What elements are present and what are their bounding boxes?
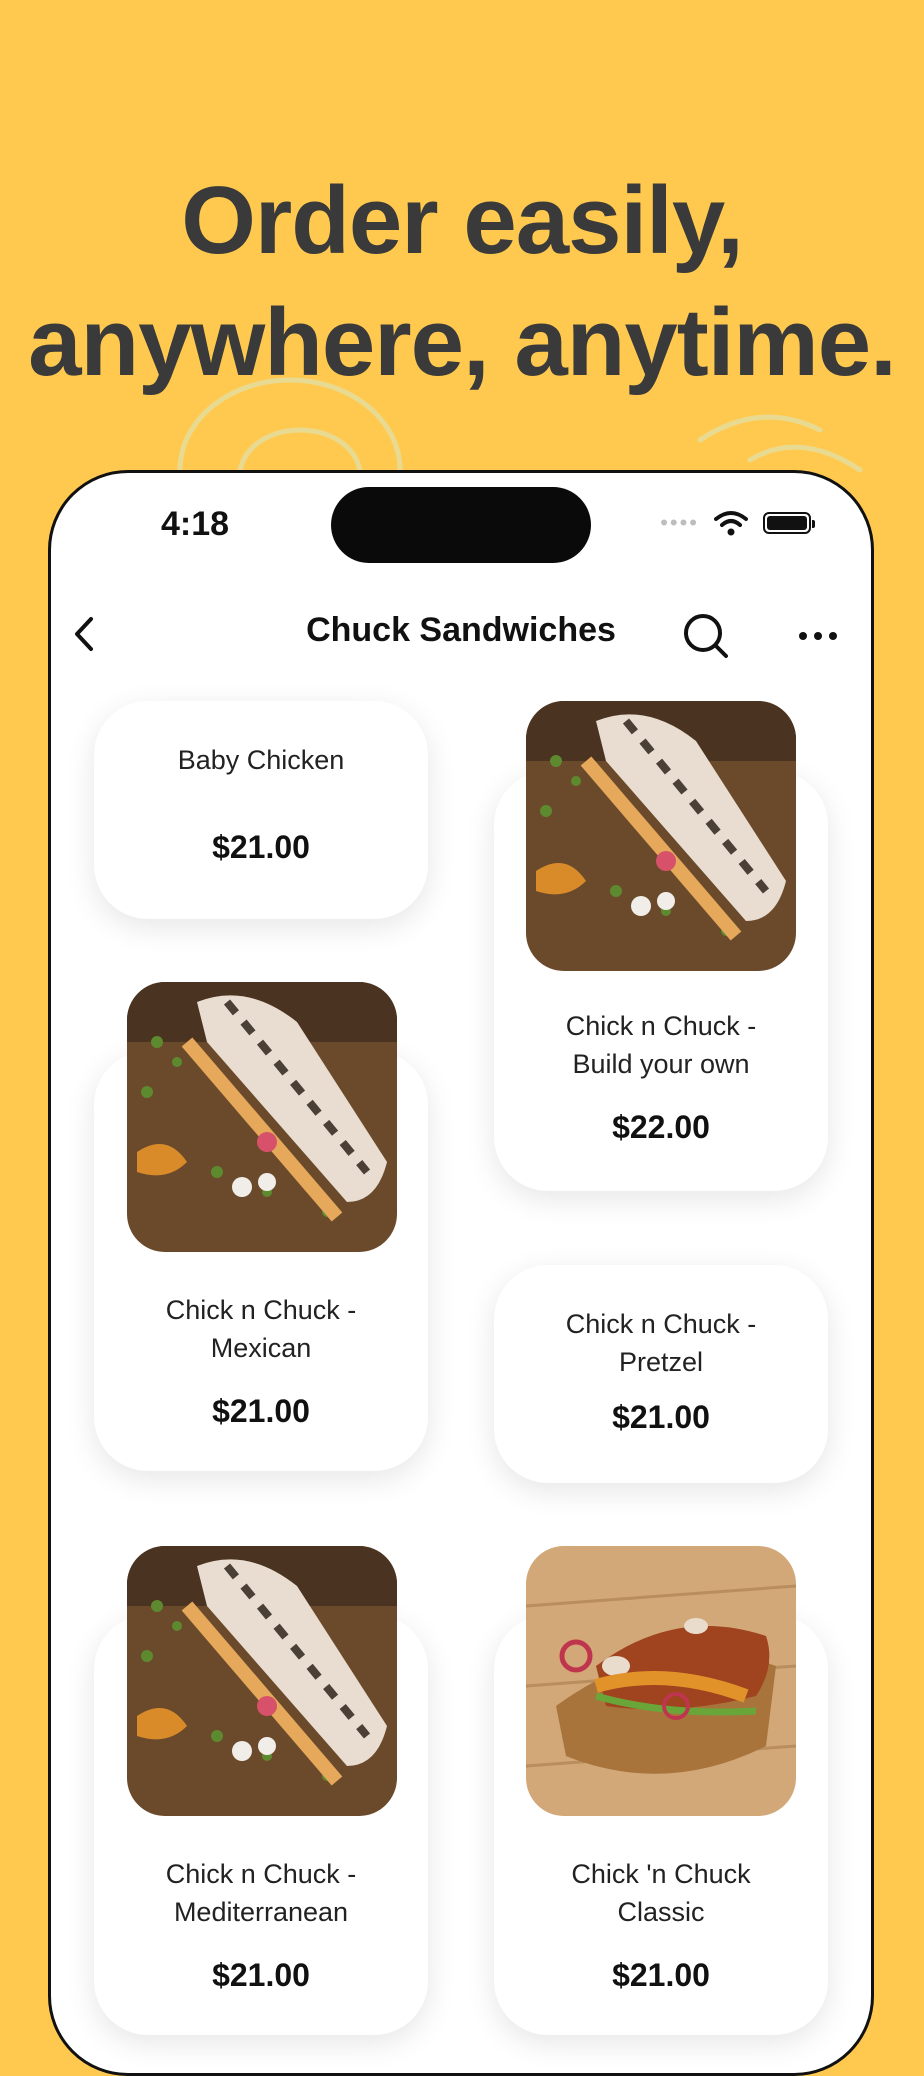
headline-line-1: Order easily, xyxy=(181,167,744,274)
menu-item-image[interactable] xyxy=(127,1546,397,1816)
menu-item-name: Chick n Chuck - Pretzel xyxy=(565,1309,757,1377)
menu-item-image[interactable] xyxy=(526,1546,796,1816)
status-icons: •••• xyxy=(660,509,815,537)
status-time: 4:18 xyxy=(161,505,230,543)
more-dots-icon[interactable] xyxy=(788,611,848,661)
menu-item-name: Chick n Chuck - Mediterranean xyxy=(165,1859,357,1927)
signal-dots-icon: •••• xyxy=(660,510,699,535)
menu-item-price: $22.00 xyxy=(612,1109,710,1145)
wifi-icon xyxy=(714,511,748,536)
menu-item-price: $21.00 xyxy=(212,1957,310,1993)
page-title: Chuck Sandwiches xyxy=(306,611,616,649)
menu-item-image[interactable] xyxy=(127,982,397,1252)
menu-item-price: $21.00 xyxy=(212,829,310,865)
menu-item-name: Chick n Chuck - Build your own xyxy=(565,1011,757,1079)
nav-bar: Chuck Sandwiches xyxy=(51,593,871,673)
menu-item-price: $21.00 xyxy=(212,1393,310,1429)
menu-item-image[interactable] xyxy=(526,701,796,971)
search-icon[interactable] xyxy=(681,611,731,661)
menu-item-name: Chick 'n Chuck Classic xyxy=(571,1859,751,1927)
menu-item-price: $21.00 xyxy=(612,1399,710,1435)
menu-item-name: Baby Chicken xyxy=(177,745,345,775)
menu-item-name: Chick n Chuck - Mexican xyxy=(165,1295,357,1363)
phone-mockup: 4:18 •••• Chuck Sandwiches Baby Chicken … xyxy=(48,470,874,2076)
dynamic-island xyxy=(331,487,591,563)
battery-icon xyxy=(763,512,815,534)
menu-item-card[interactable]: Baby Chicken $21.00 xyxy=(94,701,428,919)
menu-item-price: $21.00 xyxy=(612,1957,710,1993)
menu-item-card[interactable]: Chick n Chuck - Pretzel $21.00 xyxy=(494,1265,828,1483)
